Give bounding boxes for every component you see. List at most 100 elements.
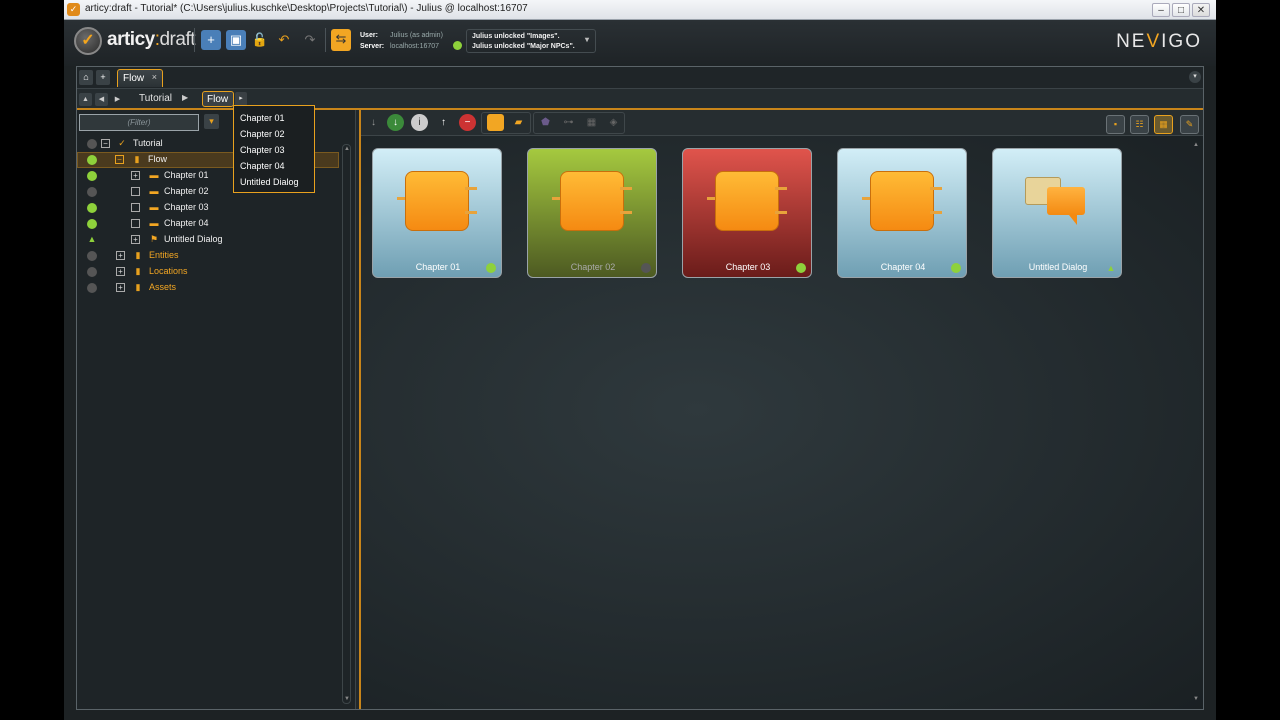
hub-icon[interactable]: ⬟ xyxy=(537,114,554,131)
flow-fragment-icon: ▬ xyxy=(149,218,159,228)
tree-label: Chapter 03 xyxy=(164,202,209,212)
tree-item-chapter-04[interactable]: ▬ Chapter 04 xyxy=(77,216,339,232)
menu-item-chapter-03[interactable]: Chapter 03 xyxy=(234,143,314,159)
filter-options-icon[interactable]: ▾ xyxy=(204,114,219,129)
flow-fragment-icon: ▬ xyxy=(149,202,159,212)
status-dot xyxy=(486,263,496,273)
card-label: Chapter 03 xyxy=(725,262,771,272)
scroll-down-icon[interactable]: ▼ xyxy=(344,696,350,702)
breadcrumb-dropdown-icon[interactable]: ▸ xyxy=(235,92,247,106)
expand-icon[interactable] xyxy=(131,203,140,212)
view-list-icon[interactable]: ☷ xyxy=(1130,115,1149,134)
chevron-down-icon[interactable]: ▾ xyxy=(585,35,589,45)
arrow-down-icon[interactable]: ↓ xyxy=(365,114,382,131)
app-logo: articy:draft xyxy=(107,29,196,50)
condition-icon[interactable]: ◈ xyxy=(605,114,622,131)
expand-icon[interactable]: + xyxy=(131,171,140,180)
menu-item-untitled-dialog[interactable]: Untitled Dialog xyxy=(234,175,314,191)
status-dot xyxy=(87,187,97,197)
close-tab-icon[interactable]: × xyxy=(152,72,157,82)
download-icon[interactable]: ↓ xyxy=(387,114,404,131)
card-label: Chapter 04 xyxy=(880,262,926,272)
server-status-dot xyxy=(453,41,462,50)
dialog-icon[interactable]: ▰ xyxy=(510,114,527,131)
tree-item-locations[interactable]: + ▮ Locations xyxy=(77,264,339,280)
status-dot xyxy=(87,203,97,213)
jump-icon[interactable]: ▦ xyxy=(583,114,600,131)
save-icon[interactable]: ▣ xyxy=(226,30,246,50)
add-tab-icon[interactable]: + xyxy=(96,70,110,85)
collapse-icon[interactable]: − xyxy=(101,139,110,148)
card-untitled-dialog[interactable]: Untitled Dialog ▲ xyxy=(992,148,1122,278)
content-scrollbar[interactable]: ▲ ▼ xyxy=(1193,142,1202,702)
expand-icon[interactable]: + xyxy=(131,235,140,244)
scroll-down-icon[interactable]: ▼ xyxy=(1193,696,1199,702)
card-chapter-03[interactable]: Chapter 03 xyxy=(682,148,812,278)
status-dot xyxy=(87,219,97,229)
flow-fragment-icon[interactable] xyxy=(487,114,504,131)
undo-icon[interactable]: ↶ xyxy=(274,30,294,50)
status-dot xyxy=(87,171,97,181)
tab-flow[interactable]: Flow × xyxy=(117,69,163,87)
back-icon[interactable]: ◀ xyxy=(95,93,108,106)
properties-icon[interactable]: ✎ xyxy=(1180,115,1199,134)
redo-icon[interactable]: ↷ xyxy=(300,30,320,50)
tree-item-chapter-03[interactable]: ▬ Chapter 03 xyxy=(77,200,339,216)
card-chapter-02[interactable]: Chapter 02 xyxy=(527,148,657,278)
view-small-icon[interactable]: ▪ xyxy=(1106,115,1125,134)
minimize-button[interactable]: – xyxy=(1152,3,1170,17)
divider xyxy=(194,28,195,52)
up-icon[interactable]: ▲ xyxy=(79,93,92,106)
expand-icon[interactable]: + xyxy=(116,267,125,276)
navigator-pane: (Filter) ▾ − ✓ Tutorial − ▮ Flow + ▬ Cha… xyxy=(77,110,356,709)
maximize-button[interactable]: □ xyxy=(1172,3,1190,17)
scroll-up-icon[interactable]: ▲ xyxy=(1193,142,1199,148)
arrow-up-icon[interactable]: ↑ xyxy=(435,114,452,131)
tree-item-entities[interactable]: + ▮ Entities xyxy=(77,248,339,264)
lock-icon[interactable]: 🔓 xyxy=(250,30,270,50)
notification-box[interactable]: Julius unlocked "Images". Julius unlocke… xyxy=(466,29,596,53)
breadcrumb-tutorial[interactable]: Tutorial xyxy=(139,93,172,104)
expand-icon[interactable]: + xyxy=(116,283,125,292)
card-chapter-04[interactable]: Chapter 04 xyxy=(837,148,967,278)
expand-icon[interactable] xyxy=(131,219,140,228)
status-dot xyxy=(87,283,97,293)
tree-item-untitled-dialog[interactable]: ▲ + ⚑ Untitled Dialog xyxy=(77,232,339,248)
navigator-scrollbar[interactable]: ▲ ▼ xyxy=(342,144,351,704)
card-label: Chapter 02 xyxy=(570,262,616,272)
breadcrumb-flow[interactable]: Flow xyxy=(202,91,234,107)
title-bar: ✓ articy:draft - Tutorial* (C:\Users\jul… xyxy=(64,0,1216,20)
view-grid-icon[interactable]: ▦ xyxy=(1154,115,1173,134)
content-area: ↓ ↓ i ↑ − ▰ ⬟ ⊶ ▦ ◈ ▪ ☷ ▦ ✎ Chapter 01 C… xyxy=(359,110,1203,709)
logo-icon: ✓ xyxy=(74,27,102,55)
folder-icon: ▮ xyxy=(135,266,141,276)
dialog-bubbles-icon xyxy=(1025,171,1089,235)
tree-label: Locations xyxy=(149,266,188,276)
filter-input[interactable]: (Filter) xyxy=(79,114,199,131)
breadcrumb-separator-icon[interactable]: ▶ xyxy=(182,93,188,102)
card-chapter-01[interactable]: Chapter 01 xyxy=(372,148,502,278)
menu-item-chapter-02[interactable]: Chapter 02 xyxy=(234,127,314,143)
app-header: ✓ articy:draft + ▣ 🔓 ↶ ↷ ⇆ User: Julius (… xyxy=(64,20,1216,66)
info-icon[interactable]: i xyxy=(411,114,428,131)
flow-fragment-icon xyxy=(552,171,632,235)
collapse-icon[interactable]: − xyxy=(115,155,124,164)
connect-icon[interactable]: ⊶ xyxy=(560,114,577,131)
tree-label: Flow xyxy=(148,154,168,164)
breadcrumb-dropdown-menu: Chapter 01 Chapter 02 Chapter 03 Chapter… xyxy=(233,105,315,193)
tree-label: Assets xyxy=(149,282,177,292)
forward-icon[interactable]: ▶ xyxy=(111,93,124,106)
close-button[interactable]: ✕ xyxy=(1192,3,1210,17)
scroll-up-icon[interactable]: ▲ xyxy=(344,146,350,152)
expand-icon[interactable]: + xyxy=(116,251,125,260)
flow-fragment-icon xyxy=(707,171,787,235)
new-icon[interactable]: + xyxy=(201,30,221,50)
expand-icon[interactable] xyxy=(131,187,140,196)
tree-item-assets[interactable]: + ▮ Assets xyxy=(77,280,339,296)
sync-icon[interactable]: ⇆ xyxy=(331,29,351,51)
menu-item-chapter-01[interactable]: Chapter 01 xyxy=(234,111,314,127)
delete-icon[interactable]: − xyxy=(459,114,476,131)
home-icon[interactable]: ⌂ xyxy=(79,70,93,85)
menu-item-chapter-04[interactable]: Chapter 04 xyxy=(234,159,314,175)
tab-menu-icon[interactable]: ▾ xyxy=(1189,71,1201,83)
